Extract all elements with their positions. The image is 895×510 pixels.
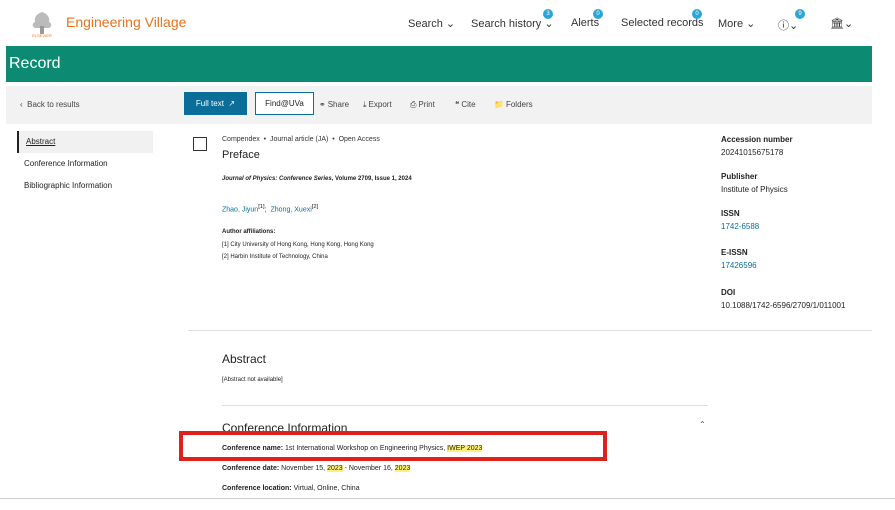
chevron-down-icon: ⌄ xyxy=(746,18,756,30)
top-header: ELSEVIER Engineering Village Search ⌄ Se… xyxy=(0,0,895,46)
quote-icon: ❝ xyxy=(455,100,460,109)
chevron-up-icon[interactable]: ⌃ xyxy=(699,420,706,429)
access-type: Open Access xyxy=(338,136,380,143)
find-uva-button[interactable]: Find@UVa xyxy=(255,92,314,115)
record-title: Preface xyxy=(222,149,260,161)
search-history-badge: 3 xyxy=(543,9,553,19)
chevron-left-icon: ‹ xyxy=(20,100,23,109)
nav-bibliographic-information[interactable]: Bibliographic Information xyxy=(17,175,153,197)
issn-block: ISSN 1742-6588 xyxy=(721,209,760,231)
share-button[interactable]: ⚭ Share xyxy=(319,100,349,109)
doi-value[interactable]: 10.1088/1742-6596/2709/1/011001 xyxy=(721,301,845,310)
journal-info: Journal of Physics: Conference Series, V… xyxy=(222,176,412,182)
export-button[interactable]: ⤓ Export xyxy=(363,100,392,110)
abstract-text: [Abstract not available] xyxy=(222,377,283,383)
author-link[interactable]: Zhao, Jiyun xyxy=(222,206,258,213)
folder-icon: 📁 xyxy=(494,100,504,109)
share-icon: ⚭ xyxy=(319,100,326,109)
help-menu[interactable]: ⓘ⌄ 9 xyxy=(778,9,805,33)
divider xyxy=(0,498,895,499)
help-icon: ⓘ xyxy=(778,20,789,32)
institution-menu[interactable]: 🏛⌄ xyxy=(830,17,853,30)
record-header-bar: Record xyxy=(6,46,872,82)
chevron-down-icon: ⌄ xyxy=(843,18,854,30)
publisher-block: Publisher Institute of Physics xyxy=(721,172,788,194)
nav-abstract[interactable]: Abstract xyxy=(17,131,153,153)
record-toolbar: ‹ Back to results Full text ↗ Find@UVa ⚭… xyxy=(6,86,872,124)
conference-date-row: Conference date: November 15, 2023 - Nov… xyxy=(222,465,411,472)
external-link-icon: ↗ xyxy=(228,99,236,108)
full-text-button[interactable]: Full text ↗ xyxy=(184,92,247,115)
issn-link[interactable]: 1742-6588 xyxy=(721,222,759,231)
back-to-results-link[interactable]: ‹ Back to results xyxy=(20,100,80,109)
page-title: Record xyxy=(9,55,61,72)
divider xyxy=(222,405,708,406)
chevron-down-icon: ⌄ xyxy=(445,18,456,30)
highlight-box xyxy=(179,431,607,461)
database-label: Compendex xyxy=(222,136,260,143)
affiliation-item: [1] City University of Hong Kong, Hong K… xyxy=(222,242,374,248)
selected-records-badge: 0 xyxy=(692,9,702,19)
elsevier-logo-icon[interactable]: ELSEVIER xyxy=(26,8,58,38)
print-icon: ⎙ xyxy=(410,100,417,109)
accession-block: Accession number 20241015675178 xyxy=(721,135,793,157)
author-link[interactable]: Zhong, Xuexi xyxy=(271,206,312,213)
brand-name[interactable]: Engineering Village xyxy=(66,14,186,30)
nav-search-history[interactable]: Search history ⌄ 3 xyxy=(471,9,554,30)
record-meta: Compendex • Journal article (JA) • Open … xyxy=(222,136,380,143)
nav-selected-records[interactable]: Selected records 0 xyxy=(621,9,704,29)
nav-search[interactable]: Search ⌄ xyxy=(408,17,455,30)
export-icon: ⤓ xyxy=(363,100,367,109)
section-nav: Abstract Conference Information Bibliogr… xyxy=(17,131,153,197)
eissn-link[interactable]: 17426596 xyxy=(721,261,757,270)
divider xyxy=(188,330,872,331)
conference-location-row: Conference location: Virtual, Online, Ch… xyxy=(222,485,360,492)
nav-alerts[interactable]: Alerts 0 xyxy=(571,9,603,29)
doc-type: Journal article (JA) xyxy=(269,136,329,143)
affiliations-heading: Author affiliations: xyxy=(222,229,276,235)
doi-block: DOI 10.1088/1742-6596/2709/1/011001 xyxy=(721,288,846,310)
folders-button[interactable]: 📁 Folders xyxy=(494,100,533,109)
nav-conference-information[interactable]: Conference Information xyxy=(17,153,153,175)
alerts-badge: 0 xyxy=(593,9,603,19)
eissn-block: E-ISSN 17426596 xyxy=(721,248,757,270)
affiliation-item: [2] Harbin Institute of Technology, Chin… xyxy=(222,254,328,260)
svg-text:ELSEVIER: ELSEVIER xyxy=(32,33,52,38)
chevron-down-icon: ⌄ xyxy=(789,20,799,32)
chevron-down-icon: ⌄ xyxy=(544,18,554,30)
nav-more[interactable]: More ⌄ xyxy=(718,17,755,30)
abstract-heading: Abstract xyxy=(222,352,267,366)
help-badge: 9 xyxy=(795,9,805,19)
cite-button[interactable]: ❝ Cite xyxy=(455,100,476,109)
author-list: Zhao, Jiyun[1]; Zhong, Xuexi[2] xyxy=(222,204,319,214)
institution-icon: 🏛 xyxy=(830,18,844,30)
print-button[interactable]: ⎙ Print xyxy=(410,100,435,110)
select-record-checkbox[interactable] xyxy=(193,137,207,151)
